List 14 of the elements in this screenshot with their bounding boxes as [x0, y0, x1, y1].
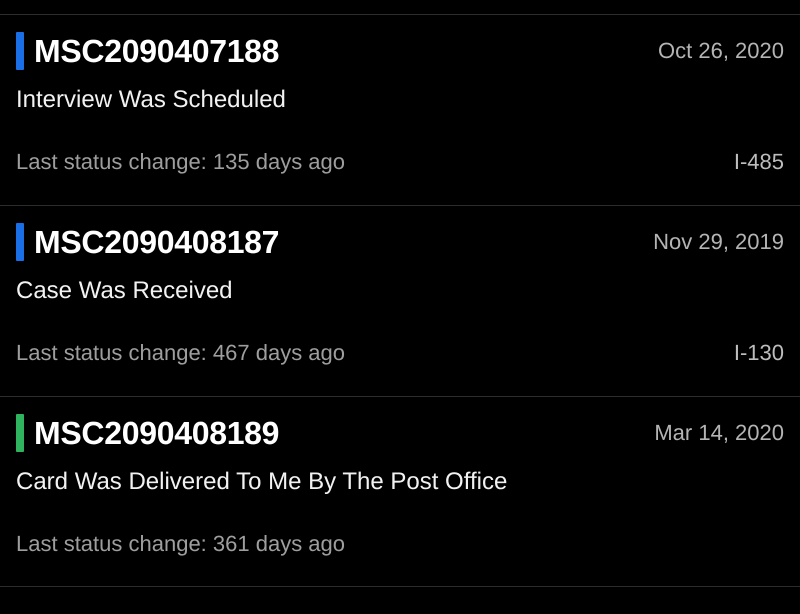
case-status: Interview Was Scheduled [16, 85, 287, 115]
last-status-change: Last status change: 135 days ago [16, 148, 346, 176]
receipt-number: MSC2090408187 [34, 223, 280, 261]
receipt-number: MSC2090407188 [34, 32, 280, 70]
last-status-change: Last status change: 361 days ago [16, 530, 346, 558]
last-status-change: Last status change: 467 days ago [16, 339, 346, 367]
case-status: Case Was Received [16, 276, 234, 306]
case-date: Oct 26, 2020 [658, 37, 784, 65]
case-date: Mar 14, 2020 [654, 419, 784, 447]
form-type: I-130 [734, 339, 784, 367]
form-type: I-485 [734, 148, 784, 176]
case-date: Nov 29, 2019 [653, 228, 784, 256]
receipt-number: MSC2090408189 [34, 414, 280, 452]
case-status: Card Was Delivered To Me By The Post Office [16, 467, 508, 497]
